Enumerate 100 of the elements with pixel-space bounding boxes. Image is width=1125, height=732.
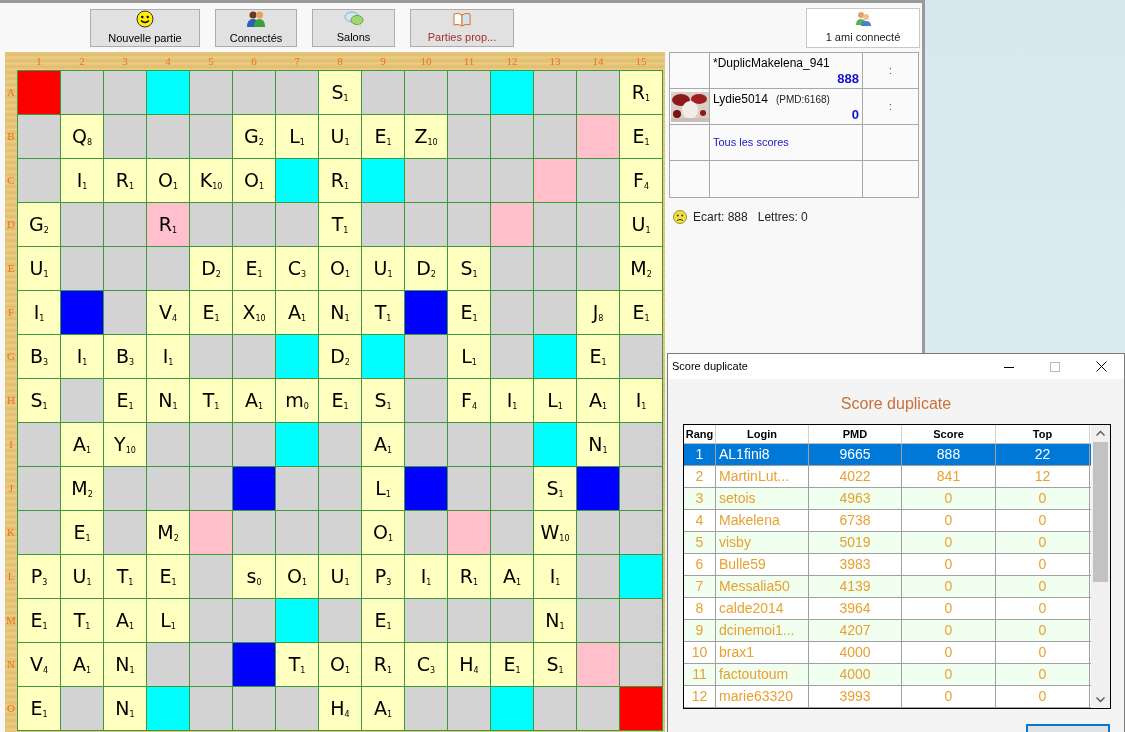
all-scores-link[interactable]: Tous les scores xyxy=(713,136,789,148)
table-cell: 12 xyxy=(684,686,716,707)
player-timer: : xyxy=(889,100,892,114)
row-label: G xyxy=(7,349,15,365)
toolbar-button[interactable]: Parties prop... xyxy=(410,9,514,47)
column-header[interactable]: Rang xyxy=(684,425,716,443)
table-cell: 0 xyxy=(996,686,1090,707)
row-label: F xyxy=(7,305,15,321)
table-cell: visby xyxy=(716,532,809,553)
table-cell: 0 xyxy=(996,510,1090,531)
column-header[interactable]: Top xyxy=(996,425,1090,443)
table-cell: 6 xyxy=(684,554,716,575)
player-score: 0 xyxy=(851,108,859,121)
column-label: 2 xyxy=(79,53,85,69)
table-cell: 0 xyxy=(996,642,1090,663)
table-cell: 0 xyxy=(902,532,996,553)
table-cell: dcinemoi1... xyxy=(716,620,809,641)
row-label: O xyxy=(7,701,15,717)
table-cell: 0 xyxy=(902,510,996,531)
row-label: M xyxy=(6,613,16,629)
table-cell: marie63320 xyxy=(716,686,809,707)
column-header[interactable]: PMD xyxy=(809,425,902,443)
table-cell: 3 xyxy=(684,488,716,509)
table-cell: 3983 xyxy=(809,554,902,575)
table-cell: 12 xyxy=(996,466,1090,487)
player-name: *DuplicMakelena_941 xyxy=(713,55,830,72)
column-header[interactable]: Score xyxy=(902,425,996,443)
dialog-heading: Score duplicate xyxy=(840,394,952,414)
table-row[interactable]: 6 Bulle59 3983 0 0 xyxy=(684,554,1092,576)
toolbar-button[interactable]: Nouvelle partie xyxy=(90,9,200,47)
table-row[interactable]: 10 brax1 4000 0 0 xyxy=(684,642,1092,664)
column-label: 8 xyxy=(337,53,343,69)
column-label: 4 xyxy=(165,53,171,69)
table-cell: 4963 xyxy=(809,488,902,509)
row-label: I xyxy=(9,437,13,453)
table-cell: 9665 xyxy=(809,444,902,465)
toolbar-button[interactable]: Salons xyxy=(312,9,395,47)
column-label: 15 xyxy=(635,53,647,69)
table-cell: 2 xyxy=(684,466,716,487)
table-cell: 0 xyxy=(902,642,996,663)
table-cell: 0 xyxy=(996,620,1090,641)
row-label: A xyxy=(7,85,15,101)
table-cell: setois xyxy=(716,488,809,509)
window-title: Score duplicate xyxy=(672,359,748,375)
table-cell: 0 xyxy=(902,488,996,509)
table-cell: 4022 xyxy=(809,466,902,487)
table-cell: 4000 xyxy=(809,664,902,685)
row-label: L xyxy=(7,569,15,585)
row-label: J xyxy=(8,481,14,497)
table-cell: 0 xyxy=(996,598,1090,619)
table-cell: 0 xyxy=(902,686,996,707)
table-cell: Messalia50 xyxy=(716,576,809,597)
row-label: N xyxy=(7,657,15,673)
gap-label: Ecart: 888 xyxy=(693,209,748,226)
column-label: 10 xyxy=(420,53,432,69)
column-label: 1 xyxy=(36,53,42,69)
table-cell: 0 xyxy=(996,554,1090,575)
table-cell: 6738 xyxy=(809,510,902,531)
player-timer: : xyxy=(889,64,892,78)
column-label: 14 xyxy=(592,53,604,69)
table-cell: calde2014 xyxy=(716,598,809,619)
row-label: K xyxy=(7,525,15,541)
table-row[interactable]: 1 AL1fini8 9665 888 22 xyxy=(684,444,1092,466)
table-cell: Bulle59 xyxy=(716,554,809,575)
column-header[interactable]: Login xyxy=(716,425,809,443)
row-label: C xyxy=(7,173,15,189)
table-cell: 0 xyxy=(996,532,1090,553)
column-label: 3 xyxy=(122,53,128,69)
table-cell: 10 xyxy=(684,642,716,663)
player-pmd: (PMD:6168) xyxy=(775,93,830,107)
table-cell: AL1fini8 xyxy=(716,444,809,465)
table-cell: 5 xyxy=(684,532,716,553)
table-cell: 0 xyxy=(902,598,996,619)
column-label: 9 xyxy=(380,53,386,69)
row-label: D xyxy=(7,217,15,233)
table-cell: 0 xyxy=(902,576,996,597)
table-cell: 0 xyxy=(902,620,996,641)
table-cell: brax1 xyxy=(716,642,809,663)
column-label: 5 xyxy=(208,53,214,69)
table-cell: 0 xyxy=(996,664,1090,685)
table-row[interactable]: 4 Makelena 6738 0 0 xyxy=(684,510,1092,532)
table-cell: 4207 xyxy=(809,620,902,641)
table-row[interactable]: 8 calde2014 3964 0 0 xyxy=(684,598,1092,620)
table-cell: 841 xyxy=(902,466,996,487)
row-label: E xyxy=(7,261,15,277)
table-cell: 0 xyxy=(902,554,996,575)
table-cell: 4139 xyxy=(809,576,902,597)
column-label: 13 xyxy=(549,53,561,69)
column-label: 7 xyxy=(294,53,300,69)
table-cell: 5019 xyxy=(809,532,902,553)
table-row[interactable]: 2 MartinLut... 4022 841 12 xyxy=(684,466,1092,488)
toolbar-button[interactable]: Connectés xyxy=(215,9,297,47)
table-cell: 1 xyxy=(684,444,716,465)
table-cell: 22 xyxy=(996,444,1090,465)
table-cell: 3993 xyxy=(809,686,902,707)
table-cell: 4000 xyxy=(809,642,902,663)
table-cell: 11 xyxy=(684,664,716,685)
table-row[interactable]: 12 marie63320 3993 0 0 xyxy=(684,686,1092,708)
column-label: 6 xyxy=(251,53,257,69)
table-cell: 7 xyxy=(684,576,716,597)
